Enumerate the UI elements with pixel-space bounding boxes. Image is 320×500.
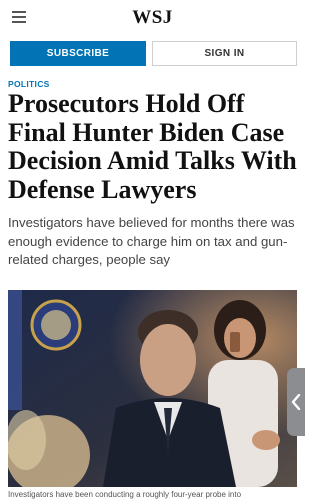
article-dek: Investigators have believed for months t… (8, 215, 295, 267)
sign-in-button[interactable]: SIGN IN (152, 41, 297, 66)
wsj-logo[interactable]: WSJ (0, 7, 305, 29)
top-bar: WSJ (0, 0, 305, 36)
image-caption: Investigators have been conducting a rou… (8, 490, 242, 499)
article-photo[interactable] (8, 290, 297, 487)
article-headline: Prosecutors Hold Off Final Hunter Biden … (8, 89, 297, 204)
chevron-left-icon (291, 394, 301, 410)
article-photo-illustration (8, 290, 297, 487)
side-panel-tab[interactable] (287, 368, 305, 436)
subscribe-button[interactable]: SUBSCRIBE (10, 41, 146, 66)
section-label[interactable]: POLITICS (8, 79, 50, 89)
account-actions: SUBSCRIBE SIGN IN (10, 41, 297, 66)
